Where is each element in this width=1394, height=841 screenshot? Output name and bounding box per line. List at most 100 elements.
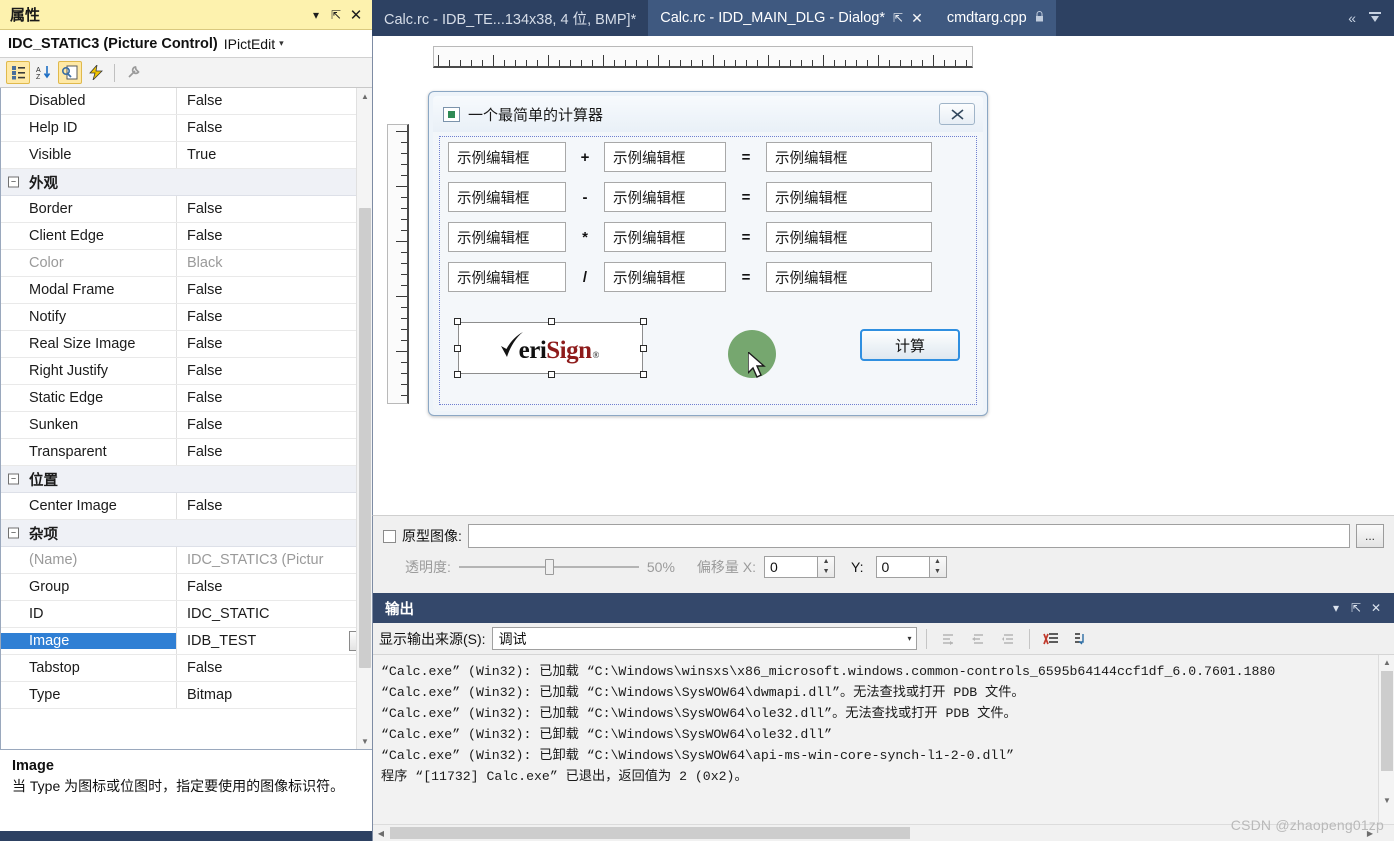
property-value[interactable]: False xyxy=(176,412,372,438)
scroll-thumb[interactable] xyxy=(359,208,371,668)
property-row[interactable]: (Name) IDC_STATIC3 (Pictur xyxy=(1,547,372,574)
property-row[interactable]: Sunken False xyxy=(1,412,372,439)
property-row[interactable]: Group False xyxy=(1,574,372,601)
property-value[interactable]: False xyxy=(176,196,372,222)
property-value[interactable]: IDC_STATIC xyxy=(176,601,372,627)
output-dropdown-icon[interactable]: ▾ xyxy=(1326,598,1346,618)
scroll-thumb[interactable] xyxy=(1381,671,1393,771)
offset-y-stepper[interactable]: 0 ▲ ▼ xyxy=(875,556,947,578)
property-value[interactable]: False xyxy=(176,574,372,600)
spin-down-icon[interactable]: ▼ xyxy=(818,567,834,577)
operand1-edit[interactable]: 示例编辑框 xyxy=(448,182,566,212)
resize-handle-sw[interactable] xyxy=(454,371,461,378)
property-value[interactable] xyxy=(176,466,372,492)
operand1-edit[interactable]: 示例编辑框 xyxy=(448,222,566,252)
properties-scrollbar[interactable]: ▲ ▼ xyxy=(356,88,372,749)
property-value[interactable]: IDB_TEST▼ xyxy=(176,628,372,654)
property-value[interactable]: False xyxy=(176,331,372,357)
prototype-image-checkbox[interactable] xyxy=(383,529,396,543)
property-row[interactable]: Border False xyxy=(1,196,372,223)
tab-close-icon[interactable]: ✕ xyxy=(911,10,923,27)
resize-handle-ne[interactable] xyxy=(640,318,647,325)
property-pages-icon[interactable] xyxy=(121,61,145,84)
go-to-message-icon[interactable] xyxy=(936,627,960,651)
operand1-edit[interactable]: 示例编辑框 xyxy=(448,262,566,292)
properties-object-selector[interactable]: IDC_STATIC3 (Picture Control) IPictEdit … xyxy=(0,30,372,58)
property-value[interactable]: False xyxy=(176,88,372,114)
scroll-up-icon[interactable]: ▲ xyxy=(1379,655,1394,670)
toggle-word-wrap-icon[interactable] xyxy=(1069,627,1093,651)
prototype-image-path-input[interactable] xyxy=(467,524,1350,548)
dialog-preview[interactable]: 一个最简单的计算器 示例编辑框 + 示例编辑框 = 示例编辑框 示例编辑框 - 示例编辑框 = 示… xyxy=(428,91,988,416)
spin-up-icon[interactable]: ▲ xyxy=(818,557,834,567)
property-value[interactable]: Bitmap xyxy=(176,682,372,708)
operand1-edit[interactable]: 示例编辑框 xyxy=(448,142,566,172)
property-row[interactable]: Tabstop False xyxy=(1,655,372,682)
property-value[interactable]: False xyxy=(176,223,372,249)
clear-output-icon[interactable] xyxy=(1039,627,1063,651)
scroll-tabs-left-icon[interactable]: « xyxy=(1348,10,1356,26)
properties-pin-icon[interactable]: ⇱ xyxy=(326,5,346,25)
operand2-edit[interactable]: 示例编辑框 xyxy=(604,182,726,212)
resize-handle-e[interactable] xyxy=(640,345,647,352)
property-row[interactable]: Type Bitmap xyxy=(1,682,372,709)
property-row[interactable]: Transparent False xyxy=(1,439,372,466)
output-close-icon[interactable]: ✕ xyxy=(1366,598,1386,618)
property-category-row[interactable]: − 杂项 xyxy=(1,520,372,547)
offset-y-spin-buttons[interactable]: ▲ ▼ xyxy=(929,556,947,578)
resize-handle-s[interactable] xyxy=(548,371,555,378)
property-row[interactable]: Modal Frame False xyxy=(1,277,372,304)
property-value[interactable]: False xyxy=(176,439,372,465)
property-row[interactable]: Client Edge False xyxy=(1,223,372,250)
result-edit[interactable]: 示例编辑框 xyxy=(766,262,932,292)
property-row[interactable]: Help ID False xyxy=(1,115,372,142)
next-message-icon[interactable] xyxy=(996,627,1020,651)
property-row[interactable]: Right Justify False xyxy=(1,358,372,385)
spin-up-icon[interactable]: ▲ xyxy=(930,557,946,567)
property-value[interactable]: False xyxy=(176,358,372,384)
tab-pin-icon[interactable]: ⇱ xyxy=(893,11,903,25)
category-collapse-icon[interactable]: − xyxy=(8,527,19,539)
property-row[interactable]: Disabled False xyxy=(1,88,372,115)
slider-knob[interactable] xyxy=(544,559,554,575)
property-category-row[interactable]: − 外观 xyxy=(1,169,372,196)
property-row[interactable]: ImageIDB_TEST▼ xyxy=(1,628,372,655)
result-edit[interactable]: 示例编辑框 xyxy=(766,142,932,172)
property-value[interactable]: False xyxy=(176,115,372,141)
scroll-left-icon[interactable]: ◀ xyxy=(373,825,389,841)
result-edit[interactable]: 示例编辑框 xyxy=(766,182,932,212)
property-value[interactable]: False xyxy=(176,493,372,519)
result-edit[interactable]: 示例编辑框 xyxy=(766,222,932,252)
category-collapse-icon[interactable]: − xyxy=(8,176,19,188)
property-row[interactable]: ID IDC_STATIC xyxy=(1,601,372,628)
resize-handle-se[interactable] xyxy=(640,371,647,378)
tab-cmdtarg-cpp[interactable]: cmdtarg.cpp xyxy=(934,0,1056,36)
dialog-designer-surface[interactable]: 一个最简单的计算器 示例编辑框 + 示例编辑框 = 示例编辑框 示例编辑框 - 示例编辑框 = 示… xyxy=(372,36,1394,593)
previous-message-icon[interactable] xyxy=(966,627,990,651)
scroll-down-icon[interactable]: ▼ xyxy=(1379,793,1394,808)
resize-handle-w[interactable] xyxy=(454,345,461,352)
tab-calc-rc-dialog[interactable]: Calc.rc - IDD_MAIN_DLG - Dialog* ⇱ ✕ xyxy=(648,0,935,36)
offset-x-stepper[interactable]: 0 ▲ ▼ xyxy=(764,556,836,578)
property-row[interactable]: Real Size Image False xyxy=(1,331,372,358)
calculate-button[interactable]: 计算 xyxy=(860,329,960,361)
property-row[interactable]: Static Edge False xyxy=(1,385,372,412)
offset-x-spin-buttons[interactable]: ▲ ▼ xyxy=(818,556,836,578)
property-value[interactable]: IDC_STATIC3 (Pictur xyxy=(176,547,372,573)
operand2-edit[interactable]: 示例编辑框 xyxy=(604,142,726,172)
property-value[interactable] xyxy=(176,520,372,546)
operand2-edit[interactable]: 示例编辑框 xyxy=(604,262,726,292)
property-row[interactable]: Color Black xyxy=(1,250,372,277)
categorized-icon[interactable] xyxy=(6,61,30,84)
property-value[interactable]: False xyxy=(176,655,372,681)
property-value[interactable]: False xyxy=(176,385,372,411)
output-pin-icon[interactable]: ⇱ xyxy=(1346,598,1366,618)
offset-x-value[interactable]: 0 xyxy=(764,556,819,578)
property-row[interactable]: Center Image False xyxy=(1,493,372,520)
chevron-down-icon[interactable]: ▾ xyxy=(279,38,284,49)
scroll-down-icon[interactable]: ▼ xyxy=(357,733,372,749)
offset-y-value[interactable]: 0 xyxy=(875,556,930,578)
active-files-dropdown-icon[interactable] xyxy=(1368,10,1382,27)
properties-grid[interactable]: Disabled False Help ID False Visible True − 外观 B… xyxy=(0,88,372,749)
resize-handle-n[interactable] xyxy=(548,318,555,325)
